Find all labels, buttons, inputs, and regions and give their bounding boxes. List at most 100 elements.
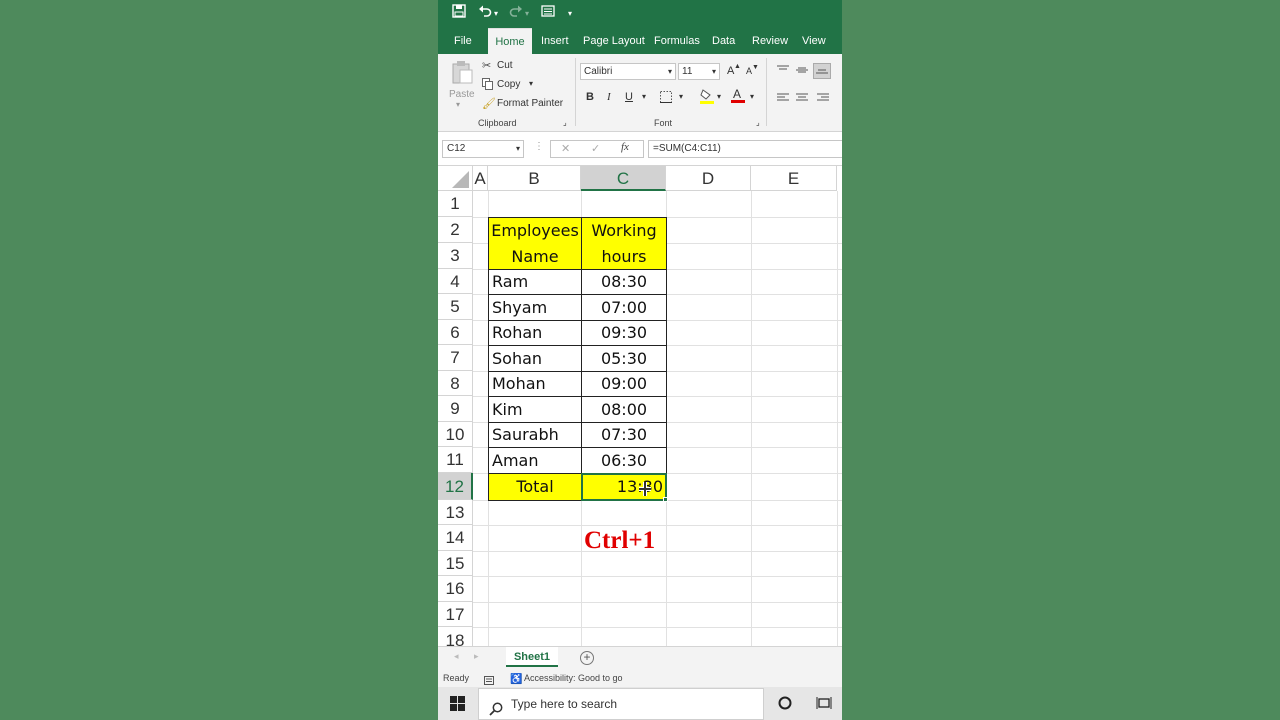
- total-value-cell[interactable]: 13:30: [581, 473, 667, 501]
- working-hours-cell[interactable]: 09:30: [581, 320, 667, 346]
- align-center-icon[interactable]: [796, 93, 808, 106]
- redo-icon[interactable]: [509, 4, 523, 24]
- row-header-14[interactable]: 14: [438, 525, 473, 551]
- clipboard-launcher-icon[interactable]: ⌟: [563, 118, 567, 127]
- total-label-cell[interactable]: Total: [488, 473, 582, 501]
- cut-button[interactable]: Cut: [497, 60, 513, 71]
- accessibility-icon[interactable]: ♿: [510, 671, 522, 688]
- align-top-icon[interactable]: [777, 65, 789, 78]
- working-hours-cell[interactable]: 07:30: [581, 422, 667, 448]
- formula-input[interactable]: =SUM(C4:C11): [648, 140, 842, 158]
- customize-icon[interactable]: ▾: [568, 4, 572, 24]
- row-header-2[interactable]: 2: [438, 217, 473, 243]
- bold-button[interactable]: B: [586, 91, 594, 103]
- sheet-tab-sheet1[interactable]: Sheet1: [506, 647, 558, 667]
- row-header-12[interactable]: 12: [438, 473, 473, 500]
- italic-button[interactable]: I: [607, 91, 611, 103]
- header-working-hours[interactable]: Working hours: [581, 217, 667, 270]
- row-header-10[interactable]: 10: [438, 422, 473, 447]
- employee-name-cell[interactable]: Saurabh: [488, 422, 582, 448]
- tab-view[interactable]: View: [796, 28, 832, 54]
- windows-start-icon[interactable]: [450, 696, 465, 716]
- row-header-15[interactable]: 15: [438, 551, 473, 576]
- form-icon[interactable]: [541, 4, 555, 24]
- working-hours-cell[interactable]: 09:00: [581, 371, 667, 397]
- add-sheet-button[interactable]: +: [580, 651, 594, 665]
- row-header-3[interactable]: 3: [438, 243, 473, 269]
- row-header-6[interactable]: 6: [438, 320, 473, 345]
- borders-dropdown-icon[interactable]: ▾: [679, 92, 683, 101]
- column-header-d[interactable]: D: [666, 166, 751, 191]
- font-color-dropdown-icon[interactable]: ▾: [750, 92, 754, 101]
- font-size-box[interactable]: 11 ▾: [678, 63, 720, 80]
- enter-icon[interactable]: ✓: [591, 142, 600, 155]
- column-header-e[interactable]: E: [751, 166, 837, 191]
- taskbar-search-box[interactable]: Type here to search: [478, 688, 764, 720]
- copy-button[interactable]: Copy: [497, 79, 520, 90]
- row-header-4[interactable]: 4: [438, 269, 473, 294]
- align-middle-icon[interactable]: [796, 65, 808, 78]
- worksheet-grid[interactable]: A B C D E 1 2 3 4 5 6 7 8 9 10 11 12 13 …: [438, 166, 842, 654]
- row-header-9[interactable]: 9: [438, 396, 473, 422]
- working-hours-cell[interactable]: 05:30: [581, 345, 667, 372]
- working-hours-cell[interactable]: 06:30: [581, 447, 667, 474]
- row-header-5[interactable]: 5: [438, 294, 473, 320]
- employee-name-cell[interactable]: Aman: [488, 447, 582, 474]
- borders-icon[interactable]: [660, 91, 672, 106]
- tab-insert[interactable]: Insert: [535, 28, 575, 54]
- working-hours-cell[interactable]: 08:00: [581, 396, 667, 423]
- working-hours-cell[interactable]: 08:30: [581, 269, 667, 295]
- insert-function-icon[interactable]: fx: [621, 141, 629, 153]
- employee-name-cell[interactable]: Shyam: [488, 294, 582, 321]
- column-header-b[interactable]: B: [488, 166, 581, 191]
- tab-page-layout[interactable]: Page Layout: [577, 28, 651, 54]
- row-header-1[interactable]: 1: [438, 191, 473, 217]
- column-header-a[interactable]: A: [473, 166, 488, 191]
- employee-name-cell[interactable]: Kim: [488, 396, 582, 423]
- font-color-icon[interactable]: A: [731, 87, 745, 107]
- employee-name-cell[interactable]: Sohan: [488, 345, 582, 372]
- format-painter-button[interactable]: Format Painter: [497, 98, 563, 109]
- paste-icon[interactable]: [451, 60, 473, 87]
- undo-dropdown-icon[interactable]: ▾: [494, 4, 498, 24]
- align-left-icon[interactable]: [777, 93, 789, 106]
- employee-name-cell[interactable]: Ram: [488, 269, 582, 295]
- font-launcher-icon[interactable]: ⌟: [756, 118, 760, 127]
- employee-name-cell[interactable]: Mohan: [488, 371, 582, 397]
- font-name-box[interactable]: Calibri ▾: [580, 63, 676, 80]
- tab-formulas[interactable]: Formulas: [648, 28, 706, 54]
- paste-label[interactable]: Paste: [449, 89, 475, 100]
- cancel-icon[interactable]: ✕: [561, 142, 570, 155]
- undo-icon[interactable]: [478, 4, 492, 24]
- task-view-icon[interactable]: [816, 696, 832, 715]
- underline-button[interactable]: U: [625, 91, 633, 103]
- accessibility-status[interactable]: Accessibility: Good to go: [524, 670, 623, 687]
- column-header-c[interactable]: C: [581, 166, 666, 191]
- fill-handle[interactable]: [663, 497, 668, 502]
- row-header-16[interactable]: 16: [438, 576, 473, 602]
- row-header-13[interactable]: 13: [438, 500, 473, 525]
- select-all-corner[interactable]: [438, 166, 473, 191]
- copy-dropdown-icon[interactable]: ▾: [529, 79, 533, 88]
- cortana-icon[interactable]: [778, 696, 792, 715]
- header-employees-name[interactable]: Employees Name: [488, 217, 582, 270]
- row-header-8[interactable]: 8: [438, 371, 473, 396]
- next-sheet-icon[interactable]: ▸: [474, 651, 479, 662]
- fill-color-icon[interactable]: [700, 88, 714, 107]
- name-box[interactable]: C12 ▾: [442, 140, 524, 158]
- fill-color-dropdown-icon[interactable]: ▾: [717, 92, 721, 101]
- prev-sheet-icon[interactable]: ◂: [454, 651, 459, 662]
- save-icon[interactable]: [452, 4, 466, 24]
- row-header-17[interactable]: 17: [438, 602, 473, 627]
- tab-file[interactable]: File: [448, 28, 478, 54]
- working-hours-cell[interactable]: 07:00: [581, 294, 667, 321]
- tab-data[interactable]: Data: [706, 28, 741, 54]
- employee-name-cell[interactable]: Rohan: [488, 320, 582, 346]
- tab-home[interactable]: Home: [488, 28, 532, 54]
- row-header-11[interactable]: 11: [438, 447, 473, 473]
- row-header-7[interactable]: 7: [438, 345, 473, 371]
- tab-review[interactable]: Review: [746, 28, 794, 54]
- redo-dropdown-icon[interactable]: ▾: [525, 4, 529, 24]
- underline-dropdown-icon[interactable]: ▾: [642, 92, 646, 101]
- paste-dropdown-icon[interactable]: ▾: [456, 100, 460, 109]
